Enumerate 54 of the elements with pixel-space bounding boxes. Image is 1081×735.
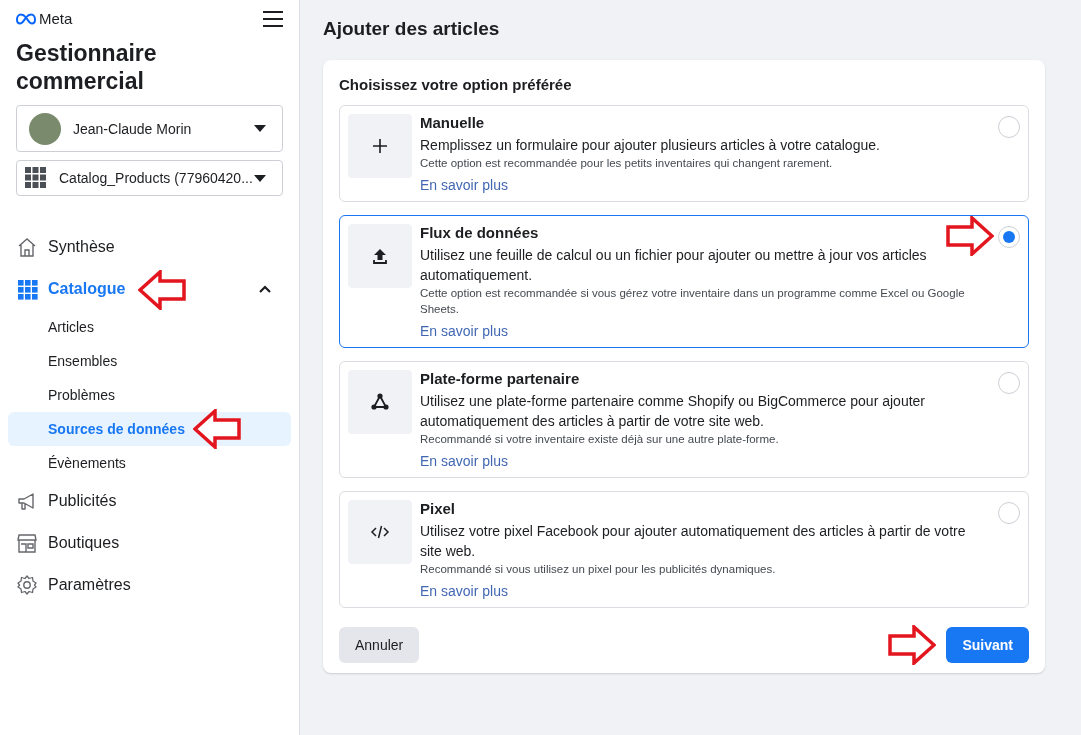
upload-icon <box>370 246 390 266</box>
learn-more-link[interactable]: En savoir plus <box>420 177 508 193</box>
option-note: Cette option est recommandée si vous gérez votre inventaire dans un programme comme Excel ou Google Sheets. <box>420 286 966 317</box>
settings-icon <box>16 574 38 596</box>
next-button[interactable]: Suivant <box>946 627 1029 663</box>
option-description: Utilisez une feuille de calcul ou un fichier pour ajouter ou mettre à jour vos articles automatiquement. <box>420 246 928 285</box>
option-description: Utilisez une plate-forme partenaire comme Shopify ou BigCommerce pour ajouter automatiquement des articles à partir de votre site web. <box>420 392 926 431</box>
catalog-selector[interactable]: Catalog_Products (77960420... <box>16 160 283 196</box>
option-description: Remplissez un formulaire pour ajouter plusieurs articles à votre catalogue. <box>420 136 881 155</box>
radio-button[interactable] <box>998 372 1020 394</box>
card-heading: Choisissez votre option préférée <box>339 76 573 93</box>
option-card[interactable]: Manuelle Remplissez un formulaire pour ajouter plusieurs articles à votre catalogue. Cette option est recommandée pour les petits inventaires qui changent rarement. En savoir plus <box>339 105 1029 202</box>
nav-subitem[interactable]: Articles <box>8 310 291 344</box>
option-note: Recommandé si votre inventaire existe déjà sur une autre plate-forme. <box>420 432 780 447</box>
caret-icon <box>254 174 266 182</box>
nav-item[interactable]: Paramètres <box>8 564 291 606</box>
radio-button[interactable] <box>998 502 1020 524</box>
nav-item[interactable]: Boutiques <box>8 522 291 564</box>
option-card[interactable] <box>339 215 1029 348</box>
chevron-icon[interactable] <box>259 285 271 293</box>
nav-subitem[interactable]: Problèmes <box>8 378 291 412</box>
cancel-button[interactable]: Annuler <box>339 627 420 663</box>
grid-icon <box>25 167 47 189</box>
home-icon <box>16 236 38 258</box>
caret-icon <box>254 125 266 132</box>
option-note: Recommandé si vous utilisez un pixel pour les publicités dynamiques. <box>420 562 777 577</box>
nav-subitem[interactable]: Évènements <box>8 446 291 480</box>
nav-item[interactable]: Catalogue <box>8 268 291 310</box>
logo-icon <box>16 12 36 25</box>
option-title: Flux de données <box>420 224 540 241</box>
learn-more-link[interactable]: En savoir plus <box>420 323 508 339</box>
option-description: Utilisez votre pixel Facebook pour ajouter automatiquement des articles à partir de votre site web. <box>420 522 967 561</box>
nav-item[interactable]: Synthèse <box>8 226 291 268</box>
option-title: Plate-forme partenaire <box>420 370 581 387</box>
option-card[interactable]: Pixel Utilisez votre pixel Facebook pour ajouter automatiquement des articles à partir de votre site web. Recommandé si vous utilisez un pixel pour les publicités dynamiques. En savoir plus <box>339 491 1029 608</box>
learn-more-link[interactable]: En savoir plus <box>420 583 508 599</box>
radio-button[interactable] <box>998 116 1020 138</box>
learn-more-link[interactable]: En savoir plus <box>420 453 508 469</box>
app-title: Gestionnaire commercial <box>16 39 158 95</box>
plus-icon <box>370 136 390 156</box>
option-title: Pixel <box>420 500 457 517</box>
radio-button[interactable] <box>998 226 1020 248</box>
option-title: Manuelle <box>420 114 486 131</box>
avatar <box>29 112 61 145</box>
store-icon <box>16 532 38 554</box>
option-note: Cette option est recommandée pour les petits inventaires qui changent rarement. <box>420 156 834 171</box>
menu-icon[interactable] <box>263 10 283 27</box>
brand-name: Meta <box>39 10 73 27</box>
page-title: Ajouter des articles <box>323 18 501 40</box>
grid-icon <box>16 278 38 300</box>
network-icon <box>370 392 390 412</box>
account-selector[interactable]: Jean-Claude Morin <box>16 105 283 152</box>
nav-item[interactable]: Publicités <box>8 480 291 522</box>
nav-subitem[interactable]: Ensembles <box>8 344 291 378</box>
